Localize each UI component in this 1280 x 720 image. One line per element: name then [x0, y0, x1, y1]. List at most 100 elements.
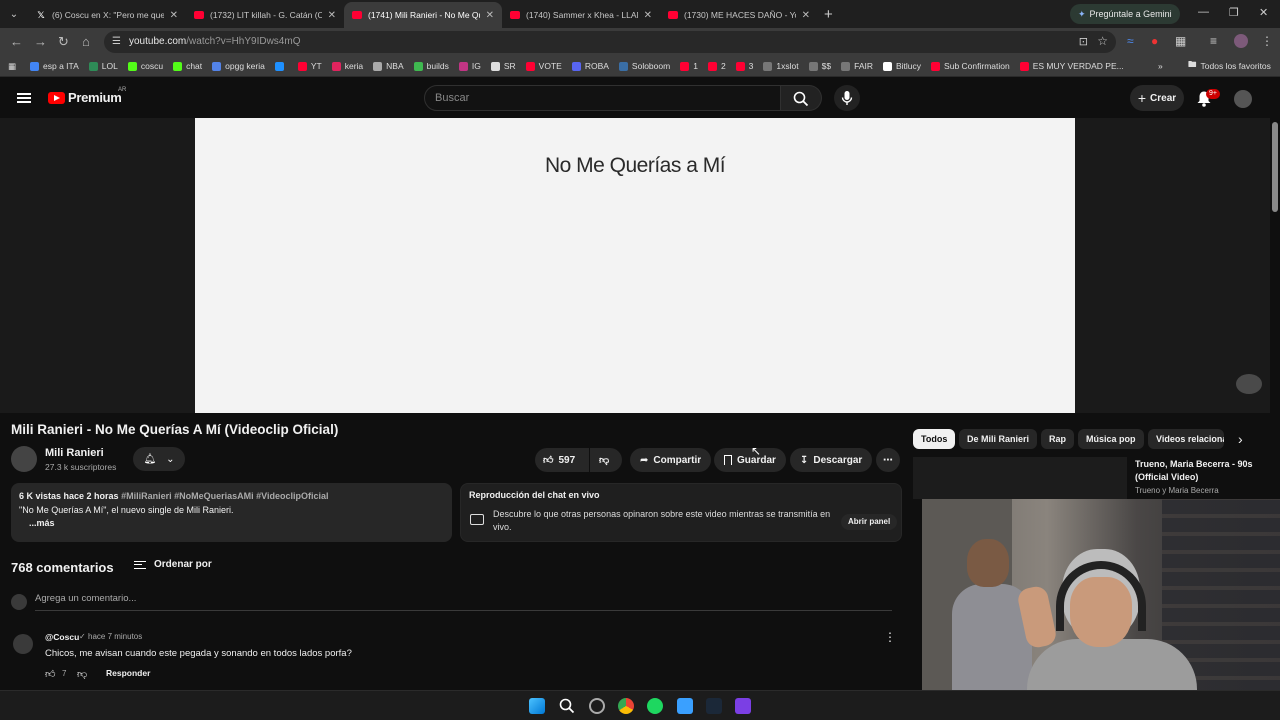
reload-icon[interactable]: ↻ — [58, 34, 69, 50]
taskbar-search-icon[interactable] — [559, 698, 575, 714]
extensions-puzzle-icon[interactable]: ▦ — [1175, 34, 1186, 48]
media-controls-icon[interactable]: ≡ — [1210, 34, 1217, 48]
more-actions-button[interactable]: ⋯ — [876, 448, 900, 472]
extension-record-icon[interactable]: ● — [1151, 34, 1158, 48]
recommended-video-thumbnail[interactable] — [913, 457, 1127, 499]
bookmark-item[interactable]: 2 — [707, 61, 726, 71]
forward-arrow-icon[interactable]: → — [34, 34, 47, 49]
save-button[interactable]: Guardar — [714, 448, 786, 472]
sort-comments-button[interactable]: Ordenar por — [134, 559, 212, 570]
url-bar[interactable]: ☰ youtube.com/watch?v=HhY9IDws4mQ ⊡ ☆ — [104, 31, 1116, 53]
comment-author[interactable]: @Coscu — [45, 632, 79, 642]
reply-button[interactable]: Responder — [106, 668, 150, 678]
site-info-icon[interactable]: ☰ — [112, 36, 121, 47]
download-button[interactable]: ↧ Descargar — [790, 448, 873, 472]
bookmark-item[interactable]: VOTE — [525, 61, 562, 71]
comment-like-icon[interactable]: 👍︎ — [45, 668, 55, 680]
youtube-premium-logo[interactable]: Premium — [68, 90, 122, 105]
extension-wave-icon[interactable]: ≈ — [1127, 34, 1134, 48]
apps-grid-icon[interactable]: ▦ — [8, 61, 16, 72]
bookmark-item[interactable]: FAIR — [841, 61, 873, 71]
hashtags[interactable]: #MiliRanieri #NoMeQueriasAMi #VideoclipO… — [121, 491, 328, 501]
show-more-link[interactable]: ...más — [19, 517, 444, 531]
guide-menu-icon[interactable] — [17, 93, 31, 103]
restore-icon[interactable]: ❐ — [1229, 6, 1239, 19]
bookmarks-overflow-chevron-icon[interactable]: » — [1158, 61, 1163, 71]
bookmark-item[interactable]: NBA — [373, 61, 404, 71]
comment-time[interactable]: hace 7 minutos — [88, 632, 142, 641]
back-arrow-icon[interactable]: ← — [10, 34, 23, 49]
browser-tab[interactable]: (1741) Mili Ranieri - No Me Qu ✕ — [344, 2, 502, 28]
bookmark-item[interactable]: SR — [490, 61, 516, 71]
browser-menu-icon[interactable]: ⋮ — [1261, 34, 1273, 48]
tab-close-icon[interactable]: ✕ — [486, 10, 494, 21]
chip-pop[interactable]: Música pop — [1078, 429, 1144, 449]
bookmark-item[interactable]: LOL — [88, 61, 118, 71]
browser-tab[interactable]: (1730) ME HACES DAÑO - YouT ✕ — [660, 2, 818, 28]
bookmark-item[interactable]: esp a ITA — [30, 61, 79, 71]
channel-name[interactable]: Mili Ranieri — [45, 447, 104, 459]
bookmark-item[interactable]: YT — [297, 61, 322, 71]
taskbar-spotify-icon[interactable] — [647, 698, 663, 714]
taskbar-app-purple-icon[interactable] — [735, 698, 751, 714]
search-button[interactable] — [781, 85, 822, 111]
bookmark-item[interactable]: Bitlucy — [883, 61, 921, 71]
bookmark-item[interactable]: ROBA — [571, 61, 609, 71]
share-button[interactable]: ➦ Compartir — [630, 448, 712, 472]
add-comment-input[interactable]: Agrega un comentario... — [35, 593, 892, 611]
chip-rap[interactable]: Rap — [1041, 429, 1075, 449]
video-player[interactable]: No Me Querías a Mí — [0, 118, 1270, 413]
taskbar-steam-icon[interactable] — [706, 698, 722, 714]
video-frame[interactable]: No Me Querías a Mí — [195, 118, 1075, 413]
dislike-button[interactable]: 👎︎ — [590, 448, 622, 472]
comment-dislike-icon[interactable]: 👎︎ — [77, 668, 87, 680]
windows-start-icon[interactable] — [529, 698, 545, 714]
minimize-icon[interactable]: — — [1198, 6, 1209, 18]
install-app-icon[interactable]: ⊡ — [1079, 35, 1088, 48]
all-bookmarks[interactable]: 🖿 Todos los favoritos — [1188, 59, 1271, 73]
browser-tab[interactable]: (1732) LIT killah - G. Catán (Offi ✕ — [186, 2, 344, 28]
gemini-button[interactable]: ✦ Pregúntale a Gemini — [1070, 4, 1180, 24]
search-input[interactable] — [435, 92, 765, 104]
taskbar-notepad-icon[interactable] — [677, 698, 693, 714]
recommended-video-title[interactable]: Trueno, Maria Becerra - 90s (Official Vi… — [1135, 458, 1265, 483]
open-panel-button[interactable]: Abrir panel — [841, 514, 898, 530]
close-window-icon[interactable]: ✕ — [1259, 6, 1268, 19]
create-button[interactable]: + Crear — [1130, 85, 1184, 111]
tab-search-chevron-icon[interactable]: ⌄ — [0, 0, 28, 28]
taskbar-app-icon[interactable] — [589, 698, 605, 714]
subscription-notifications-button[interactable]: 🔔︎ ⌄ — [133, 447, 185, 471]
tab-close-icon[interactable]: ✕ — [802, 10, 810, 21]
tab-close-icon[interactable]: ✕ — [170, 10, 178, 21]
like-button[interactable]: 👍︎ 597 — [535, 448, 589, 472]
browser-tab[interactable]: (1740) Sammer x Khea - LLAMA ✕ — [502, 2, 660, 28]
bookmark-item[interactable]: $$ — [808, 61, 831, 71]
bookmark-item[interactable]: opgg keria — [212, 61, 265, 71]
bookmark-item[interactable]: 3 — [735, 61, 753, 71]
bookmark-star-icon[interactable]: ☆ — [1097, 34, 1108, 48]
comment-more-icon[interactable]: ⋮ — [884, 630, 896, 644]
chip-related[interactable]: Videos relaciona — [1148, 429, 1224, 449]
recommended-video-channel[interactable]: Trueno y Maria Becerra — [1135, 486, 1219, 495]
tab-close-icon[interactable]: ✕ — [328, 10, 336, 21]
bookmark-item[interactable]: keria — [331, 61, 363, 71]
new-tab-plus-icon[interactable]: + — [824, 6, 833, 23]
channel-avatar[interactable] — [11, 446, 37, 472]
tab-close-icon[interactable]: ✕ — [644, 10, 652, 21]
profile-avatar[interactable] — [1234, 34, 1248, 48]
chips-next-chevron-icon[interactable]: › — [1238, 431, 1243, 447]
bookmark-item[interactable]: Soloboom — [618, 61, 670, 71]
comment-author-avatar[interactable] — [13, 634, 33, 654]
bookmark-item[interactable]: 1 — [680, 61, 698, 71]
bookmark-item[interactable]: 1xslot — [763, 61, 799, 71]
description-box[interactable]: 6 K vistas hace 2 horas #MiliRanieri #No… — [11, 483, 452, 542]
home-icon[interactable]: ⌂ — [82, 34, 90, 49]
bookmark-item[interactable]: ES MUY VERDAD PE... — [1019, 61, 1124, 71]
bookmark-item[interactable]: coscu — [127, 61, 163, 71]
bookmark-item[interactable]: chat — [173, 61, 202, 71]
bookmark-item[interactable] — [274, 61, 288, 71]
chip-all[interactable]: Todos — [913, 429, 956, 449]
voice-search-button[interactable] — [834, 85, 860, 111]
account-avatar[interactable] — [1234, 90, 1252, 108]
browser-tab[interactable]: 𝕏 (6) Coscu en X: "Pero me queria ✕ — [28, 2, 186, 28]
